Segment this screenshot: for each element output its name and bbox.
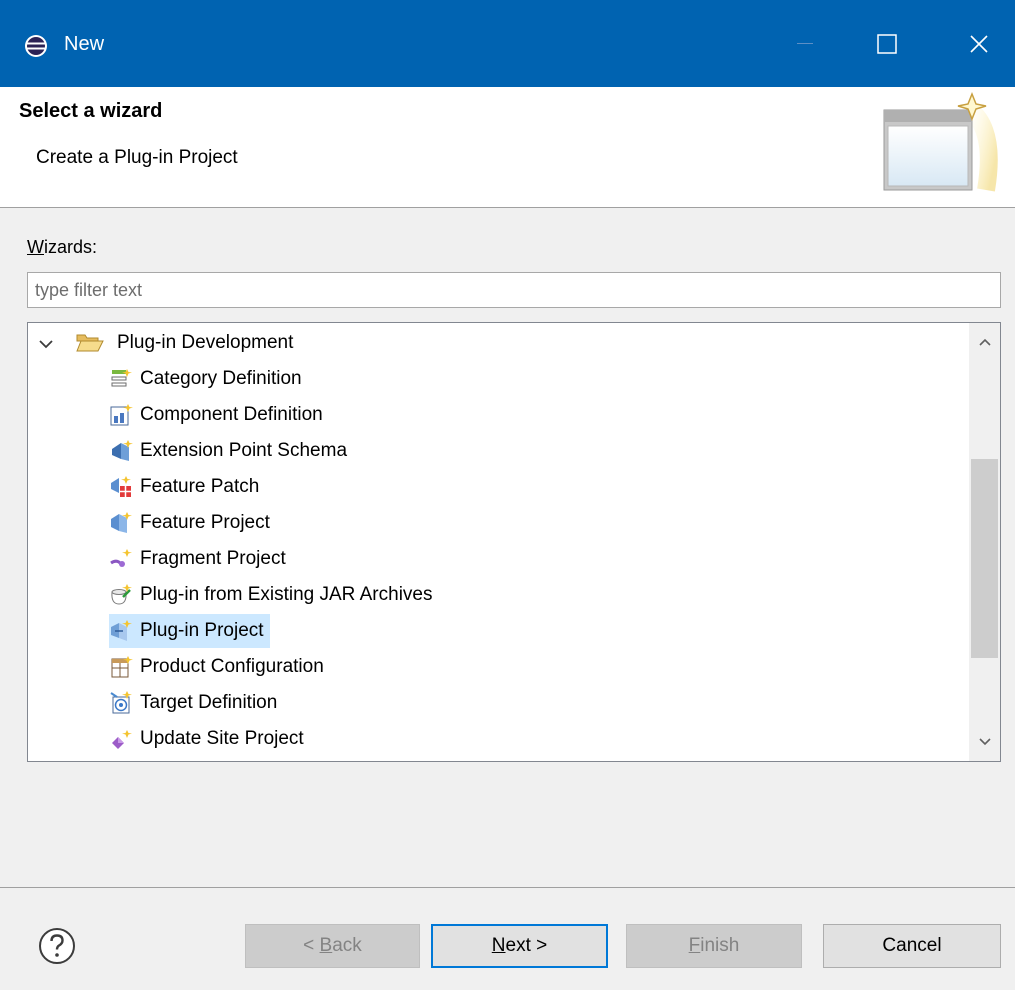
wizard-tree[interactable]: Plug-in Development Category Definition …: [27, 322, 1001, 762]
scroll-down-button[interactable]: [969, 723, 1000, 761]
footer-separator: [0, 887, 1015, 888]
close-button[interactable]: [944, 0, 1014, 87]
scroll-up-button[interactable]: [969, 323, 1000, 361]
tree-item-plugin-project[interactable]: Plug-in Project: [109, 614, 270, 648]
open-folder-icon: [76, 332, 104, 359]
fragment-project-icon: [109, 547, 133, 571]
plugin-from-jar-icon: [109, 583, 133, 607]
chevron-up-icon: [978, 333, 991, 351]
maximize-icon: [877, 33, 897, 54]
chevron-down-icon: [978, 733, 991, 751]
tree-item-extension-point-schema[interactable]: Extension Point Schema: [109, 434, 347, 468]
tree-scrollbar[interactable]: [969, 323, 1000, 761]
help-button[interactable]: [38, 927, 76, 970]
product-configuration-icon: [109, 655, 133, 679]
feature-patch-icon: [109, 475, 133, 499]
wizards-label: Wizards:: [27, 237, 98, 257]
plugin-project-icon: [109, 619, 133, 643]
eclipse-icon: [24, 34, 48, 58]
tree-item-plugin-from-jar[interactable]: Plug-in from Existing JAR Archives: [109, 578, 433, 612]
window-title: New: [64, 33, 105, 55]
finish-button[interactable]: Finish: [626, 924, 802, 968]
page-title: Select a wizard: [19, 100, 163, 122]
tree-item-target-definition[interactable]: Target Definition: [109, 686, 277, 720]
page-description: Create a Plug-in Project: [36, 147, 238, 168]
cancel-button[interactable]: Cancel: [823, 924, 1001, 968]
scrollbar-thumb[interactable]: [971, 459, 998, 658]
window-title-bar[interactable]: New: [0, 0, 1015, 87]
tree-item-fragment-project[interactable]: Fragment Project: [109, 542, 286, 576]
update-site-project-icon: [109, 727, 133, 751]
tree-item-product-configuration[interactable]: Product Configuration: [109, 650, 324, 684]
tree-item-component-definition[interactable]: Component Definition: [109, 398, 323, 432]
back-button[interactable]: < Back: [245, 924, 420, 968]
tree-item-feature-patch[interactable]: Feature Patch: [109, 470, 259, 504]
tree-item-update-site-project[interactable]: Update Site Project: [109, 722, 304, 756]
next-button[interactable]: Next >: [431, 924, 608, 968]
tree-item-category-definition[interactable]: Category Definition: [109, 362, 302, 396]
minimize-icon: [797, 42, 813, 45]
maximize-button[interactable]: [852, 0, 922, 87]
tree-category-plugin-development[interactable]: Plug-in Development: [117, 326, 293, 360]
chevron-down-icon[interactable]: [39, 336, 53, 354]
extension-point-schema-icon: [109, 439, 133, 463]
filter-input[interactable]: [27, 272, 1001, 308]
help-icon: [38, 928, 76, 969]
component-definition-icon: [109, 403, 133, 427]
feature-project-icon: [109, 511, 133, 535]
minimize-button[interactable]: [770, 0, 840, 87]
tree-item-feature-project[interactable]: Feature Project: [109, 506, 270, 540]
close-icon: [969, 34, 989, 54]
new-wizard-banner-icon: [876, 90, 1006, 205]
category-definition-icon: [109, 367, 133, 391]
target-definition-icon: [109, 691, 133, 715]
